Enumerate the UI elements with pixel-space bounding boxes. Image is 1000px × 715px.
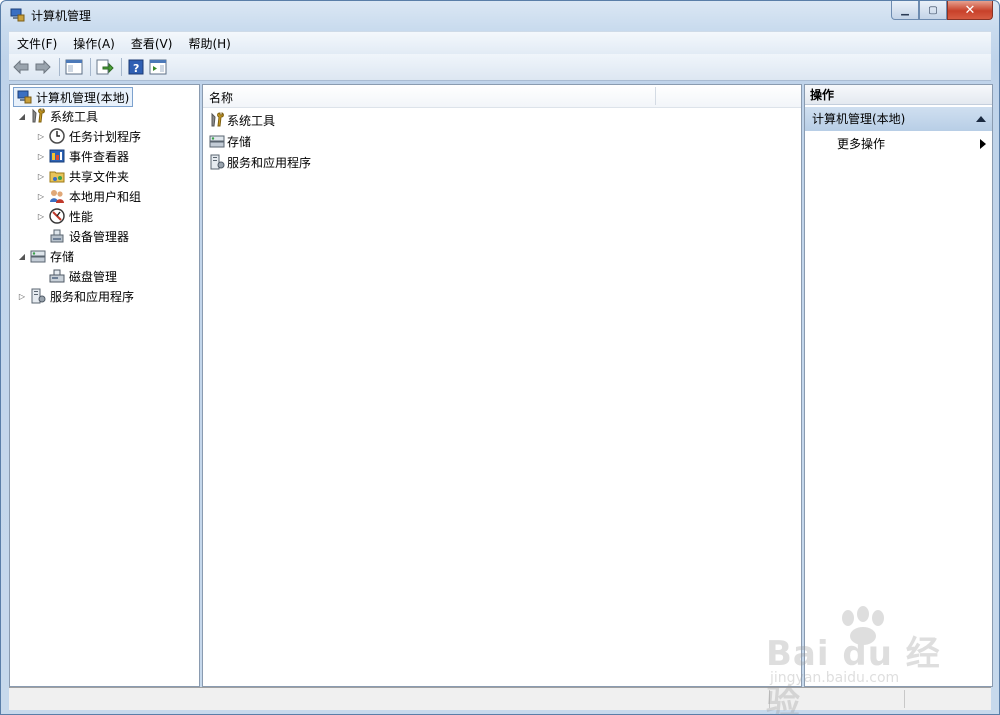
menu-bar: 文件(F) 操作(A) 查看(V) 帮助(H) xyxy=(9,31,991,54)
tree-item-performance[interactable]: ▷ 性能 xyxy=(35,207,93,225)
tree-item-label: 设备管理器 xyxy=(69,229,130,244)
status-divider xyxy=(904,690,905,708)
toolbar: ? xyxy=(9,54,991,81)
tree-item-label: 系统工具 xyxy=(50,109,99,124)
toolbar-separator xyxy=(90,58,91,76)
collapsed-triangle-icon[interactable]: ▷ xyxy=(35,152,47,161)
back-arrow-icon xyxy=(13,60,29,74)
tree-item-label: 服务和应用程序 xyxy=(50,289,135,304)
menu-help[interactable]: 帮助(H) xyxy=(180,35,238,52)
tree-item-shared-folders[interactable]: ▷ 共享文件夹 xyxy=(35,167,129,185)
collapse-up-icon[interactable] xyxy=(976,116,986,122)
back-button[interactable] xyxy=(11,57,31,77)
services-icon xyxy=(30,288,46,304)
collapsed-triangle-icon[interactable]: ▷ xyxy=(35,192,47,201)
collapsed-triangle-icon[interactable]: ▷ xyxy=(16,292,28,301)
show-hide-console-tree-icon xyxy=(65,59,83,75)
tree-item-label: 磁盘管理 xyxy=(69,269,118,284)
list-item[interactable]: 系统工具 xyxy=(209,110,275,130)
status-bar xyxy=(9,687,991,710)
export-list-icon xyxy=(96,59,114,75)
content-panes: 计算机管理(本地) ◢ 系统工具 ▷ 任务计划程序 ▷ 事件查看器 ▷ 共享文件… xyxy=(9,84,993,687)
tree-item-services-applications[interactable]: ▷ 服务和应用程序 xyxy=(16,287,134,305)
minimize-button[interactable]: ▁ xyxy=(891,1,919,20)
event-viewer-icon xyxy=(49,148,65,164)
submenu-arrow-icon[interactable] xyxy=(980,139,986,149)
list-item[interactable]: 服务和应用程序 xyxy=(209,152,311,172)
tree-item-label: 存储 xyxy=(50,249,75,264)
export-list-button[interactable] xyxy=(95,57,115,77)
status-divider xyxy=(769,690,770,708)
results-pane: 名称 系统工具 存储 服务和应用程序 xyxy=(202,84,802,687)
storage-icon xyxy=(209,133,225,149)
tree-item-label: 性能 xyxy=(69,209,94,224)
clock-icon xyxy=(49,128,65,144)
actions-group-title: 计算机管理(本地) xyxy=(812,112,906,126)
expanded-triangle-icon[interactable]: ◢ xyxy=(16,112,28,121)
actions-group-computer-management[interactable]: 计算机管理(本地) xyxy=(805,107,992,131)
computer-management-icon xyxy=(16,89,32,105)
tree-item-event-viewer[interactable]: ▷ 事件查看器 xyxy=(35,147,129,165)
disk-icon xyxy=(49,268,65,284)
tree-item-task-scheduler[interactable]: ▷ 任务计划程序 xyxy=(35,127,141,145)
tools-icon xyxy=(30,108,46,124)
tree-item-disk-management[interactable]: 磁盘管理 xyxy=(35,267,117,285)
list-item-label: 系统工具 xyxy=(227,113,276,128)
collapsed-triangle-icon[interactable]: ▷ xyxy=(35,172,47,181)
help-button[interactable]: ? xyxy=(126,57,146,77)
main-window: 计算机管理 ▁ ▢ ✕ 文件(F) 操作(A) 查看(V) 帮助(H) ? 计算… xyxy=(0,0,1000,715)
maximize-icon: ▢ xyxy=(928,4,938,16)
more-actions-item[interactable]: 更多操作 xyxy=(837,135,885,153)
forward-button[interactable] xyxy=(33,57,53,77)
column-name[interactable]: 名称 xyxy=(209,89,233,106)
list-item-label: 服务和应用程序 xyxy=(227,155,312,170)
forward-arrow-icon xyxy=(35,60,51,74)
toolbar-separator xyxy=(59,58,60,76)
tree-item-system-tools[interactable]: ◢ 系统工具 xyxy=(16,107,98,125)
collapsed-triangle-icon[interactable]: ▷ xyxy=(35,212,47,221)
tree-item-label: 共享文件夹 xyxy=(69,169,130,184)
computer-management-icon xyxy=(9,7,25,23)
tree-root-label: 计算机管理(本地) xyxy=(36,90,130,105)
tree-item-label: 任务计划程序 xyxy=(69,129,142,144)
users-icon xyxy=(49,188,65,204)
column-header[interactable]: 名称 xyxy=(203,85,801,108)
menu-view[interactable]: 查看(V) xyxy=(123,35,181,52)
collapsed-triangle-icon[interactable]: ▷ xyxy=(35,132,47,141)
column-divider[interactable] xyxy=(655,87,656,105)
shared-folder-icon xyxy=(49,168,65,184)
tree-item-device-manager[interactable]: 设备管理器 xyxy=(35,227,129,245)
window-title: 计算机管理 xyxy=(31,9,92,23)
tree-item-storage[interactable]: ◢ 存储 xyxy=(16,247,74,265)
tree-item-label: 事件查看器 xyxy=(69,149,130,164)
device-manager-icon xyxy=(49,228,65,244)
expanded-triangle-icon[interactable]: ◢ xyxy=(16,252,28,261)
services-icon xyxy=(209,154,225,170)
help-icon: ? xyxy=(128,59,144,75)
close-button[interactable]: ✕ xyxy=(947,1,993,20)
menu-action[interactable]: 操作(A) xyxy=(65,35,123,52)
storage-icon xyxy=(30,248,46,264)
menu-file[interactable]: 文件(F) xyxy=(9,35,65,52)
maximize-button[interactable]: ▢ xyxy=(919,1,947,20)
list-item-label: 存储 xyxy=(227,134,252,149)
title-bar[interactable]: 计算机管理 ▁ ▢ ✕ xyxy=(1,1,999,29)
tree-item-local-users-groups[interactable]: ▷ 本地用户和组 xyxy=(35,187,141,205)
performance-icon xyxy=(49,208,65,224)
actions-header: 操作 xyxy=(805,85,992,105)
tree-root[interactable]: 计算机管理(本地) xyxy=(13,87,134,107)
close-icon: ✕ xyxy=(964,2,976,18)
show-hide-action-pane-icon xyxy=(149,59,167,75)
show-hide-action-pane-button[interactable] xyxy=(148,57,168,77)
tree-item-label: 本地用户和组 xyxy=(69,189,142,204)
actions-pane: 操作 计算机管理(本地) 更多操作 xyxy=(804,84,993,687)
console-tree: 计算机管理(本地) ◢ 系统工具 ▷ 任务计划程序 ▷ 事件查看器 ▷ 共享文件… xyxy=(9,84,200,687)
svg-text:?: ? xyxy=(133,62,139,75)
minimize-icon: ▁ xyxy=(901,4,909,16)
list-item[interactable]: 存储 xyxy=(209,131,251,151)
toolbar-separator xyxy=(121,58,122,76)
show-hide-console-tree-button[interactable] xyxy=(64,57,84,77)
tools-icon xyxy=(209,112,225,128)
